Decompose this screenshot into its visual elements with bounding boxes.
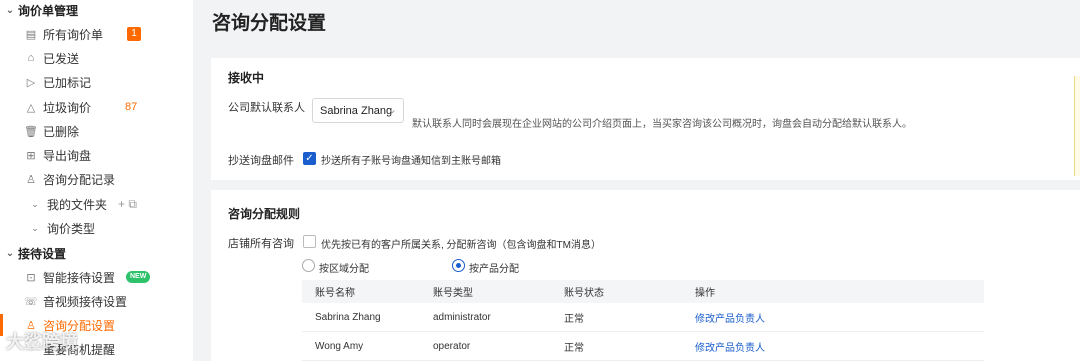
cell-account-status: 正常 (564, 342, 584, 354)
sidebar-item-label: 已发送 (43, 51, 80, 66)
page-title: 咨询分配设置 (212, 13, 327, 34)
section-title: 接待设置 (18, 246, 67, 261)
send-icon: ⌂ (27, 52, 35, 64)
accounts-table: 账号名称 账号类型 账号状态 操作 Sabrina Zhang administ… (302, 280, 984, 361)
col-account-status: 账号状态 (564, 288, 604, 299)
default-contact-hint: 默认联系人同时会展现在企业网站的公司介绍页面上，当买家咨询该公司概况时，询盘会自… (412, 119, 912, 130)
col-actions: 操作 (695, 288, 715, 299)
cc-email-label: 抄送询盘邮件 (228, 155, 294, 167)
sidebar-item-all-inquiries[interactable]: ▤ 所有询价单 1 (0, 23, 193, 45)
sidebar-item-inquiry-types[interactable]: ⌄ 询价类型 (0, 217, 193, 239)
warning-icon: △ (26, 101, 36, 114)
col-account-name: 账号名称 (315, 288, 355, 299)
radio-by-product[interactable] (452, 259, 465, 272)
phone-icon: ☏ (24, 295, 38, 308)
sidebar-item-label: 导出询盘 (43, 148, 92, 163)
rules-title: 咨询分配规则 (228, 207, 301, 221)
rules-card: 咨询分配规则 店铺所有咨询 优先按已有的客户所属关系, 分配新咨询（包含询盘和T… (211, 190, 1080, 361)
cc-email-checkbox[interactable]: ✓ (303, 152, 316, 165)
radio-by-region-label: 按区域分配 (319, 264, 369, 275)
radio-by-product-label: 按产品分配 (469, 264, 519, 275)
section-reception-settings[interactable]: ⌄ 接待设置 (0, 243, 66, 263)
cell-account-type: operator (433, 340, 471, 352)
edit-product-owner-link[interactable]: 修改产品负责人 (695, 310, 984, 325)
chevron-down-icon: ⌄ (31, 198, 39, 209)
sidebar: ⌄ 询价单管理 ▤ 所有询价单 1 ⌂ 已发送 ▷ 已加标记 △ 垃圾询价 87… (0, 0, 193, 361)
grid-icon: ⊞ (26, 149, 36, 162)
sidebar-item-label: 我的文件夹 (47, 197, 108, 212)
priority-checkbox[interactable] (303, 235, 316, 248)
store-inquiries-label: 店铺所有咨询 (228, 238, 294, 250)
cell-account-name: Sabrina Zhang (315, 311, 381, 323)
sidebar-item-smart-reception[interactable]: ⊡ 智能接待设置 NEW (0, 266, 193, 288)
sidebar-item-label: 咨询分配记录 (43, 172, 116, 187)
sidebar-item-deleted[interactable]: 🗑 已删除 (0, 120, 193, 142)
default-contact-label: 公司默认联系人 (228, 102, 305, 114)
sidebar-item-label: 询价类型 (47, 221, 96, 236)
sidebar-item-label: 音视频接待设置 (43, 294, 128, 309)
new-tag: NEW (126, 271, 151, 283)
sidebar-item-label: 智能接待设置 (43, 270, 116, 285)
col-account-type: 账号类型 (433, 288, 473, 299)
sidebar-item-export[interactable]: ⊞ 导出询盘 (0, 144, 193, 166)
receiving-title: 接收中 (228, 71, 265, 85)
side-notice (1074, 76, 1080, 176)
chevron-down-icon: ⌄ (387, 104, 397, 116)
sidebar-item-marked[interactable]: ▷ 已加标记 (0, 71, 193, 93)
spam-count: 87 (125, 101, 138, 113)
table-row: Sabrina Zhang administrator 正常 修改产品负责人 (302, 303, 984, 332)
receiving-card: 接收中 公司默认联系人 Sabrina Zhang ⌄ 默认联系人同时会展现在企… (211, 58, 1080, 180)
cell-account-type: administrator (433, 311, 491, 323)
radio-by-region[interactable] (302, 259, 315, 272)
list-icon: ▤ (25, 28, 37, 41)
trash-icon: 🗑 (24, 125, 38, 138)
flag-icon: ▷ (26, 76, 36, 89)
sidebar-item-sent[interactable]: ⌂ 已发送 (0, 47, 193, 69)
sidebar-item-label: 垃圾询价 (43, 100, 92, 115)
sidebar-item-av-reception[interactable]: ☏ 音视频接待设置 (0, 290, 193, 312)
section-title: 询价单管理 (18, 3, 79, 18)
chevron-down-icon: ⌄ (5, 247, 15, 259)
sidebar-item-label: 已删除 (43, 124, 80, 139)
chevron-down-icon: ⌄ (31, 222, 39, 233)
cell-account-status: 正常 (564, 313, 584, 325)
cc-email-option: 抄送所有子账号询盘通知信到主账号邮箱 (321, 156, 501, 167)
sidebar-item-my-folders[interactable]: ⌄ 我的文件夹 + ⧉ (0, 193, 193, 215)
sidebar-item-distribution-records[interactable]: ♙ 咨询分配记录 (0, 168, 193, 190)
table-row: Wong Amy operator 正常 修改产品负责人 (302, 332, 984, 361)
default-contact-value: Sabrina Zhang (320, 104, 393, 117)
sidebar-item-spam[interactable]: △ 垃圾询价 87 (0, 96, 193, 118)
folder-tools[interactable]: + ⧉ (118, 197, 137, 212)
edit-product-owner-link[interactable]: 修改产品负责人 (695, 339, 984, 354)
priority-option: 优先按已有的客户所属关系, 分配新咨询（包含询盘和TM消息） (321, 240, 601, 251)
chevron-down-icon: ⌄ (5, 4, 15, 16)
sidebar-item-label: 已加标记 (43, 75, 92, 90)
user-icon: ♙ (26, 173, 36, 186)
watermark: 大鲨跨境 (6, 332, 78, 352)
unread-badge: 1 (127, 27, 141, 41)
table-header: 账号名称 账号类型 账号状态 操作 (302, 280, 984, 303)
section-inquiry-management[interactable]: ⌄ 询价单管理 (0, 0, 78, 20)
sidebar-item-label: 所有询价单 (43, 27, 104, 42)
default-contact-select[interactable]: Sabrina Zhang ⌄ (312, 98, 404, 123)
robot-icon: ⊡ (26, 271, 36, 284)
cell-account-name: Wong Amy (315, 340, 364, 352)
